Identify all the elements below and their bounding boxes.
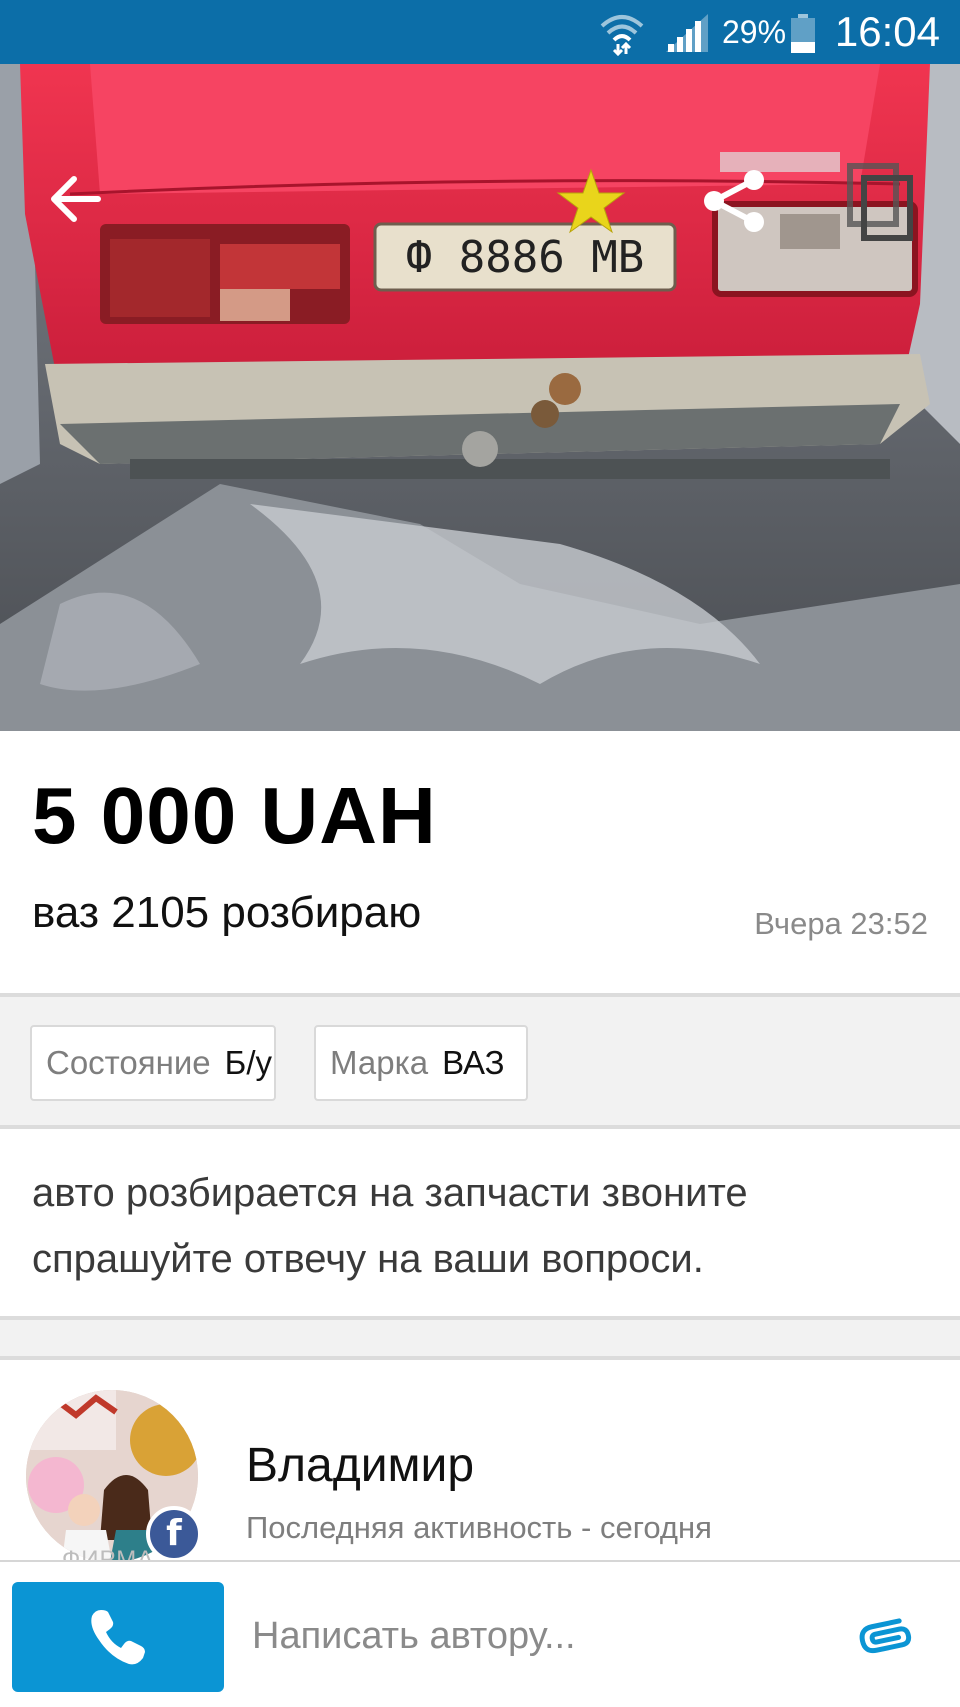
seller-activity: Последняя активность - сегодня — [246, 1510, 712, 1545]
param-brand-value: ВАЗ — [442, 1044, 505, 1081]
listing-description: авто розбирается на запчасти звоните спр… — [32, 1171, 748, 1281]
listing-title: ваз 2105 розбираю — [32, 888, 422, 937]
seller-name[interactable]: Владимир — [246, 1438, 474, 1493]
status-bar: 29% 16:04 — [0, 0, 960, 64]
param-brand[interactable]: Марка ВАЗ — [314, 1025, 528, 1101]
param-condition-label: Состояние — [46, 1044, 211, 1081]
back-arrow-icon[interactable] — [48, 172, 102, 226]
license-plate: Ф 8886 МВ — [406, 232, 644, 283]
battery-percent: 29% — [722, 14, 787, 50]
car-photo: Ф 8886 МВ — [0, 64, 960, 731]
divider — [0, 1356, 960, 1360]
call-button[interactable] — [12, 1582, 224, 1692]
param-condition-value: Б/у — [224, 1044, 272, 1081]
phone-icon — [91, 1610, 145, 1665]
param-brand-label: Марка — [330, 1044, 429, 1081]
params-section: Состояние Б/у Марка ВАЗ — [0, 997, 960, 1125]
section-gap — [0, 1320, 960, 1356]
paperclip-icon[interactable] — [856, 1614, 916, 1658]
divider — [0, 1125, 960, 1129]
favorite-star-icon[interactable] — [556, 168, 626, 234]
photo-gallery[interactable]: Ф 8886 МВ — [0, 64, 960, 731]
facebook-icon: f — [146, 1506, 202, 1562]
listing-date: Вчера 23:52 — [754, 906, 928, 941]
copy-icon[interactable] — [846, 162, 914, 242]
share-icon[interactable] — [700, 166, 770, 236]
bottom-action-bar — [0, 1560, 960, 1707]
param-condition[interactable]: Состояние Б/у — [30, 1025, 276, 1101]
listing-price: 5 000 UAH — [32, 771, 437, 860]
wifi-icon — [600, 15, 644, 56]
clock: 16:04 — [834, 8, 940, 55]
signal-icon — [666, 14, 708, 52]
battery-icon — [791, 14, 815, 53]
message-input[interactable] — [252, 1604, 812, 1668]
